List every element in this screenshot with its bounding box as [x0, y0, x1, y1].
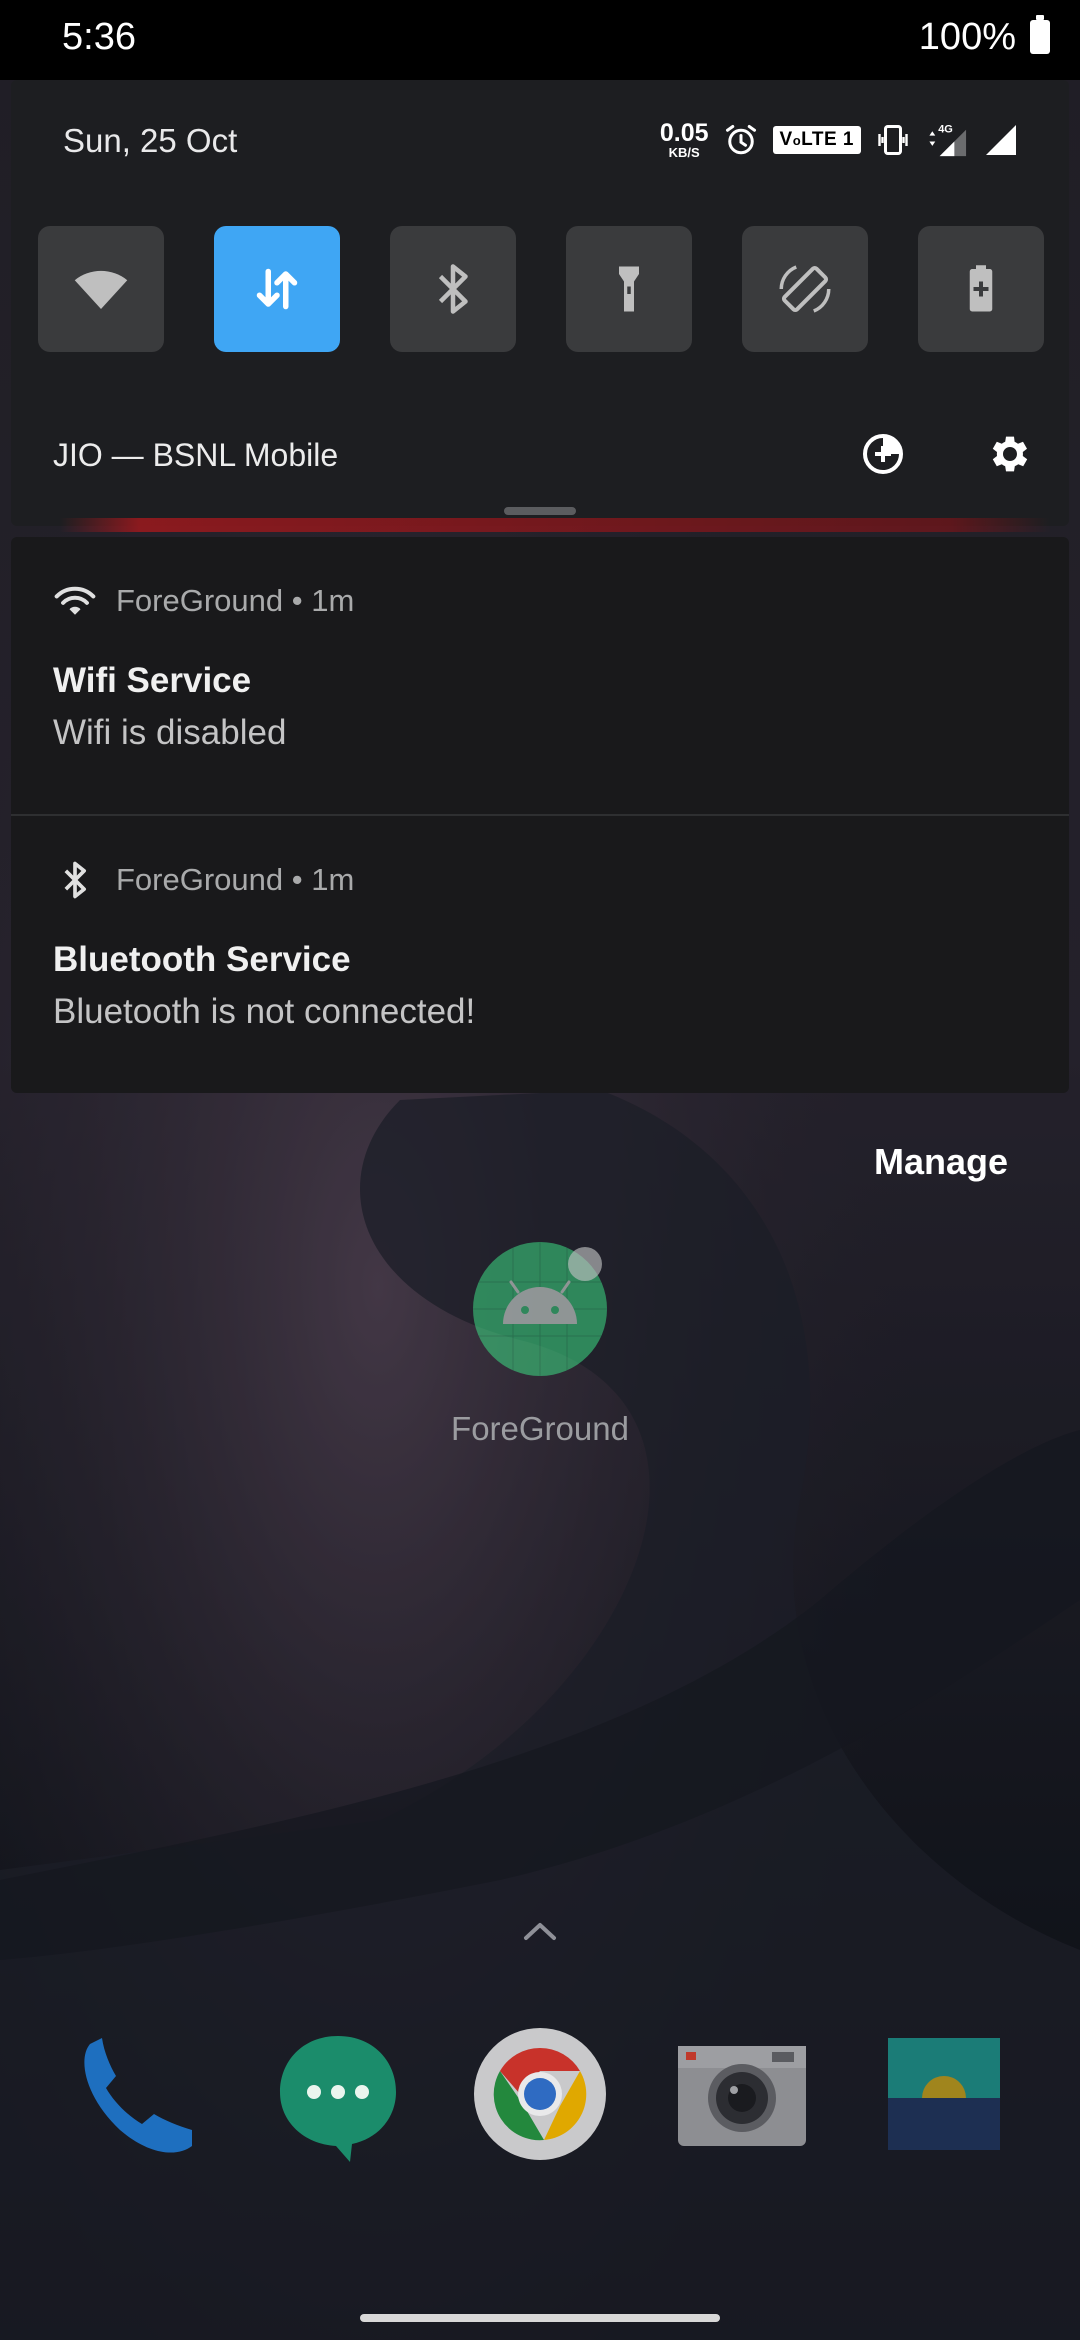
net-speed: 0.05 KB/S [659, 119, 709, 160]
notification-time: 1m [311, 583, 355, 618]
qs-status-icons: 0.05 KB/S VoLTE 1 4G [660, 118, 1019, 162]
data-saver-icon[interactable] [859, 430, 907, 478]
flashlight-icon [619, 266, 639, 312]
notification-title: Wifi Service [53, 661, 252, 700]
net-speed-unit: KB/S [668, 145, 700, 160]
notification-bluetooth-service[interactable]: ForeGround • 1m Bluetooth Service Blueto… [11, 816, 1069, 1093]
notification-app-line: ForeGround • 1m [116, 862, 355, 897]
battery-plus-icon [969, 265, 993, 312]
phone-icon[interactable] [68, 2026, 204, 2162]
qs-tile-wifi[interactable] [38, 226, 164, 352]
signal-icon [986, 125, 1016, 155]
status-bar: 5:36 100% [0, 0, 1080, 80]
navigation-handle[interactable] [360, 2314, 720, 2322]
notification-title: Bluetooth Service [53, 940, 351, 979]
battery-percentage: 100% [918, 16, 1016, 58]
bluetooth-icon [64, 861, 86, 899]
qs-tile-auto-rotate[interactable] [742, 226, 868, 352]
notification-group: ForeGround • 1m Wifi Service Wifi is dis… [11, 537, 1069, 1093]
notification-time: 1m [311, 862, 355, 897]
wallpaper-accent [60, 518, 1050, 532]
net-speed-value: 0.05 [659, 119, 709, 147]
chrome-icon[interactable] [472, 2026, 608, 2162]
notification-wifi-service[interactable]: ForeGround • 1m Wifi Service Wifi is dis… [11, 537, 1069, 816]
quick-settings-panel: Sun, 25 Oct 0.05 KB/S VoLTE 1 4G JIO — B… [11, 80, 1069, 526]
camera-icon[interactable] [674, 2026, 810, 2162]
vibrate-icon [878, 125, 908, 155]
notification-app-line: ForeGround • 1m [116, 583, 355, 618]
messages-icon[interactable] [270, 2026, 406, 2162]
chevron-up-icon[interactable] [520, 1918, 560, 1944]
notification-text: Wifi is disabled [53, 713, 287, 752]
gallery-icon[interactable] [876, 2026, 1012, 2162]
qs-tiles [38, 226, 1044, 352]
qs-tile-bluetooth[interactable] [390, 226, 516, 352]
qs-tile-flashlight[interactable] [566, 226, 692, 352]
svg-text:4G: 4G [938, 124, 953, 136]
wifi-icon [74, 270, 128, 309]
manage-notifications-button[interactable]: Manage [874, 1141, 1008, 1183]
wifi-icon [54, 586, 96, 615]
qs-date[interactable]: Sun, 25 Oct [63, 122, 237, 160]
volte-badge: VoLTE 1 [772, 126, 861, 154]
qs-tile-battery-saver[interactable] [918, 226, 1044, 352]
notification-app-name: ForeGround [116, 583, 284, 618]
notification-dot [568, 1247, 602, 1281]
data-arrows-icon [256, 268, 298, 310]
qs-drag-handle[interactable] [504, 507, 576, 515]
qs-tile-mobile-data[interactable] [214, 226, 340, 352]
notification-text: Bluetooth is not connected! [53, 992, 476, 1031]
battery-icon [1030, 15, 1050, 54]
mobile-signal-4g-icon: 4G [929, 124, 967, 157]
notification-app-name: ForeGround [116, 862, 284, 897]
alarm-icon [725, 125, 756, 155]
settings-gear-icon[interactable] [986, 430, 1034, 478]
app-label[interactable]: ForeGround [430, 1410, 650, 1448]
carrier-label: JIO — BSNL Mobile [53, 437, 339, 473]
status-time: 5:36 [62, 16, 136, 58]
rotate-icon [779, 265, 831, 313]
bluetooth-icon [438, 264, 468, 314]
